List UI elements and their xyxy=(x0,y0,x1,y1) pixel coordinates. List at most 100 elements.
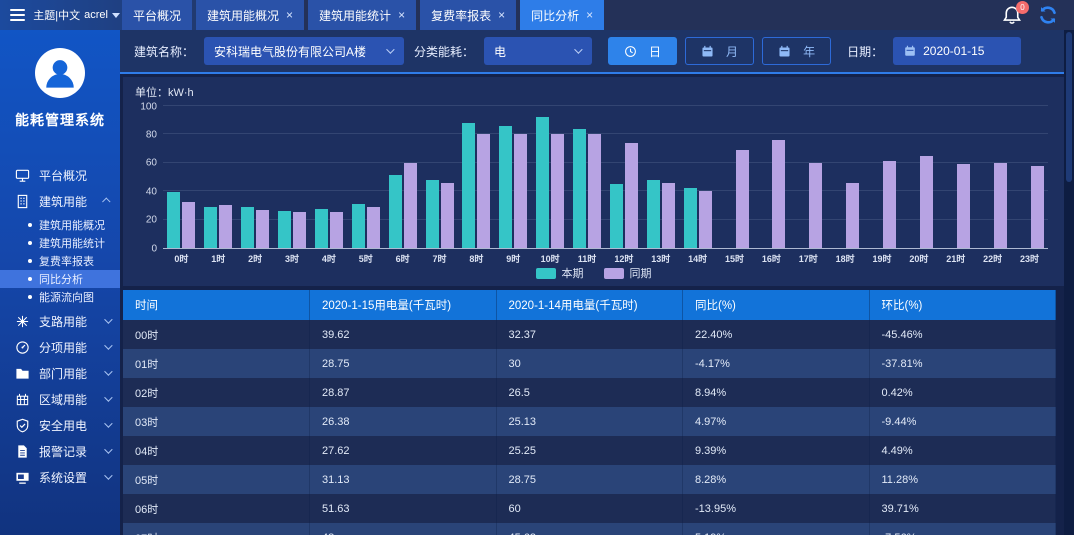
bar-同期-9时[interactable] xyxy=(514,134,527,248)
sidebar-subitem-同比分析[interactable]: 同比分析 xyxy=(0,270,120,288)
x-axis-tick-label: 6时 xyxy=(384,252,421,265)
monitor-icon xyxy=(14,167,30,183)
bar-同期-4时[interactable] xyxy=(330,212,343,248)
bar-本期-6时[interactable] xyxy=(389,175,402,248)
energy-category-select[interactable]: 电 xyxy=(484,37,592,65)
sidebar-item-平台概况[interactable]: 平台概况 xyxy=(0,162,120,188)
tab-label: 建筑用能概况 xyxy=(207,7,279,24)
notification-badge: 0 xyxy=(1016,1,1029,14)
chevron-down-icon xyxy=(104,419,112,427)
bar-本期-12时[interactable] xyxy=(610,184,623,248)
bar-同期-11时[interactable] xyxy=(588,134,601,248)
energy-category-label: 分类能耗： xyxy=(414,43,474,60)
bar-本期-11时[interactable] xyxy=(573,129,586,248)
building-select[interactable]: 安科瑞电气股份有限公司A楼 xyxy=(204,37,404,65)
menu-toggle-icon[interactable] xyxy=(10,9,25,21)
bar-group-11时 xyxy=(569,107,606,248)
date-input[interactable]: 2020-01-15 xyxy=(893,37,1021,65)
bar-同期-16时[interactable] xyxy=(772,140,785,248)
table-cell: 26.38 xyxy=(310,407,497,436)
bar-同期-13时[interactable] xyxy=(662,183,675,248)
bar-本期-10时[interactable] xyxy=(536,117,549,248)
bar-同期-22时[interactable] xyxy=(994,163,1007,248)
sidebar-subitem-label: 建筑用能概况 xyxy=(39,217,105,233)
page-scrollbar-thumb[interactable] xyxy=(1066,32,1072,182)
sidebar-item-报警记录[interactable]: 报警记录 xyxy=(0,438,120,464)
notification-bell-icon[interactable]: 0 xyxy=(1002,5,1022,25)
bar-同期-17时[interactable] xyxy=(809,163,822,248)
tab-close-icon[interactable]: × xyxy=(498,9,505,21)
tab-建筑用能概况[interactable]: 建筑用能概况 × xyxy=(196,0,304,30)
period-button-月[interactable]: 月 xyxy=(685,37,754,65)
table-body: 00时39.6232.3722.40%-45.46%01时28.7530-4.1… xyxy=(123,320,1056,535)
tab-close-icon[interactable]: × xyxy=(586,9,593,21)
x-axis-tick-label: 3时 xyxy=(274,252,311,265)
bar-同期-8时[interactable] xyxy=(477,134,490,248)
bar-同期-20时[interactable] xyxy=(920,156,933,248)
table-row-07时: 07时4845.635.19%-7.56% xyxy=(123,523,1056,535)
bar-本期-14时[interactable] xyxy=(684,188,697,248)
sidebar-item-label: 报警记录 xyxy=(39,443,95,460)
bar-同期-6时[interactable] xyxy=(404,163,417,248)
bar-本期-1时[interactable] xyxy=(204,207,217,248)
bar-同期-3时[interactable] xyxy=(293,212,306,248)
tab-复费率报表[interactable]: 复费率报表× xyxy=(420,0,516,30)
bar-同期-1时[interactable] xyxy=(219,205,232,248)
sidebar-item-安全用电[interactable]: 安全用电 xyxy=(0,412,120,438)
sidebar-item-分项用能[interactable]: 分项用能 xyxy=(0,334,120,360)
bar-同期-14时[interactable] xyxy=(699,191,712,248)
sidebar-subitem-能源流向图[interactable]: 能源流向图 xyxy=(0,288,120,306)
user-menu[interactable]: 主题|中文 acrel xyxy=(33,7,120,23)
sidebar-subitem-复费率报表[interactable]: 复费率报表 xyxy=(0,252,120,270)
energy-category-value: 电 xyxy=(494,43,566,60)
bar-本期-2时[interactable] xyxy=(241,207,254,248)
legend-item-本期[interactable]: 本期 xyxy=(536,265,584,281)
bullet-icon xyxy=(28,277,32,281)
bar-同期-10时[interactable] xyxy=(551,134,564,248)
tab-同比分析[interactable]: 同比分析× xyxy=(520,0,604,30)
bar-同期-19时[interactable] xyxy=(883,161,896,248)
sidebar-subitem-建筑用能统计[interactable]: 建筑用能统计 xyxy=(0,234,120,252)
table-row-05时: 05时31.1328.758.28%11.28% xyxy=(123,465,1056,494)
y-axis-tick-label: 20 xyxy=(146,215,157,226)
sidebar-item-部门用能[interactable]: 部门用能 xyxy=(0,360,120,386)
bar-同期-23时[interactable] xyxy=(1031,166,1044,248)
bar-本期-5时[interactable] xyxy=(352,204,365,248)
username-label: acrel xyxy=(84,9,108,21)
sidebar-item-区域用能[interactable]: 区域用能 xyxy=(0,386,120,412)
table-cell: 06时 xyxy=(123,494,310,523)
sidebar-subitem-label: 复费率报表 xyxy=(39,253,94,269)
sidebar-item-支路用能[interactable]: 支路用能 xyxy=(0,308,120,334)
refresh-icon[interactable] xyxy=(1038,5,1058,25)
legend-item-同期[interactable]: 同期 xyxy=(604,265,652,281)
bar-本期-13时[interactable] xyxy=(647,180,660,248)
period-button-日[interactable]: 日 xyxy=(608,37,677,65)
bar-本期-4时[interactable] xyxy=(315,209,328,248)
bar-同期-12时[interactable] xyxy=(625,143,638,248)
tab-平台概况[interactable]: 平台概况 xyxy=(122,0,192,30)
building-select-value: 安科瑞电气股份有限公司A楼 xyxy=(214,43,378,60)
bar-同期-7时[interactable] xyxy=(441,183,454,248)
period-button-年[interactable]: 年 xyxy=(762,37,831,65)
tab-close-icon[interactable]: × xyxy=(398,9,405,21)
bar-本期-3时[interactable] xyxy=(278,211,291,248)
bar-本期-9时[interactable] xyxy=(499,126,512,248)
topbar-left: 主题|中文 acrel xyxy=(0,0,120,30)
bar-同期-15时[interactable] xyxy=(736,150,749,248)
tab-建筑用能统计[interactable]: 建筑用能统计× xyxy=(308,0,416,30)
bar-同期-21时[interactable] xyxy=(957,164,970,248)
bar-group-3时 xyxy=(274,107,311,248)
x-axis-tick-label: 4时 xyxy=(311,252,348,265)
sidebar-item-系统设置[interactable]: 系统设置 xyxy=(0,464,120,490)
bar-同期-18时[interactable] xyxy=(846,183,859,248)
sidebar-subitem-建筑用能概况[interactable]: 建筑用能概况 xyxy=(0,216,120,234)
page-scrollbar[interactable] xyxy=(1064,30,1074,535)
sidebar-item-建筑用能[interactable]: 建筑用能 xyxy=(0,188,120,214)
bar-同期-5时[interactable] xyxy=(367,207,380,248)
tab-close-icon[interactable]: × xyxy=(286,9,293,21)
bar-本期-0时[interactable] xyxy=(167,192,180,248)
bar-同期-2时[interactable] xyxy=(256,210,269,248)
bar-本期-7时[interactable] xyxy=(426,180,439,248)
bar-同期-0时[interactable] xyxy=(182,202,195,248)
bar-本期-8时[interactable] xyxy=(462,123,475,248)
